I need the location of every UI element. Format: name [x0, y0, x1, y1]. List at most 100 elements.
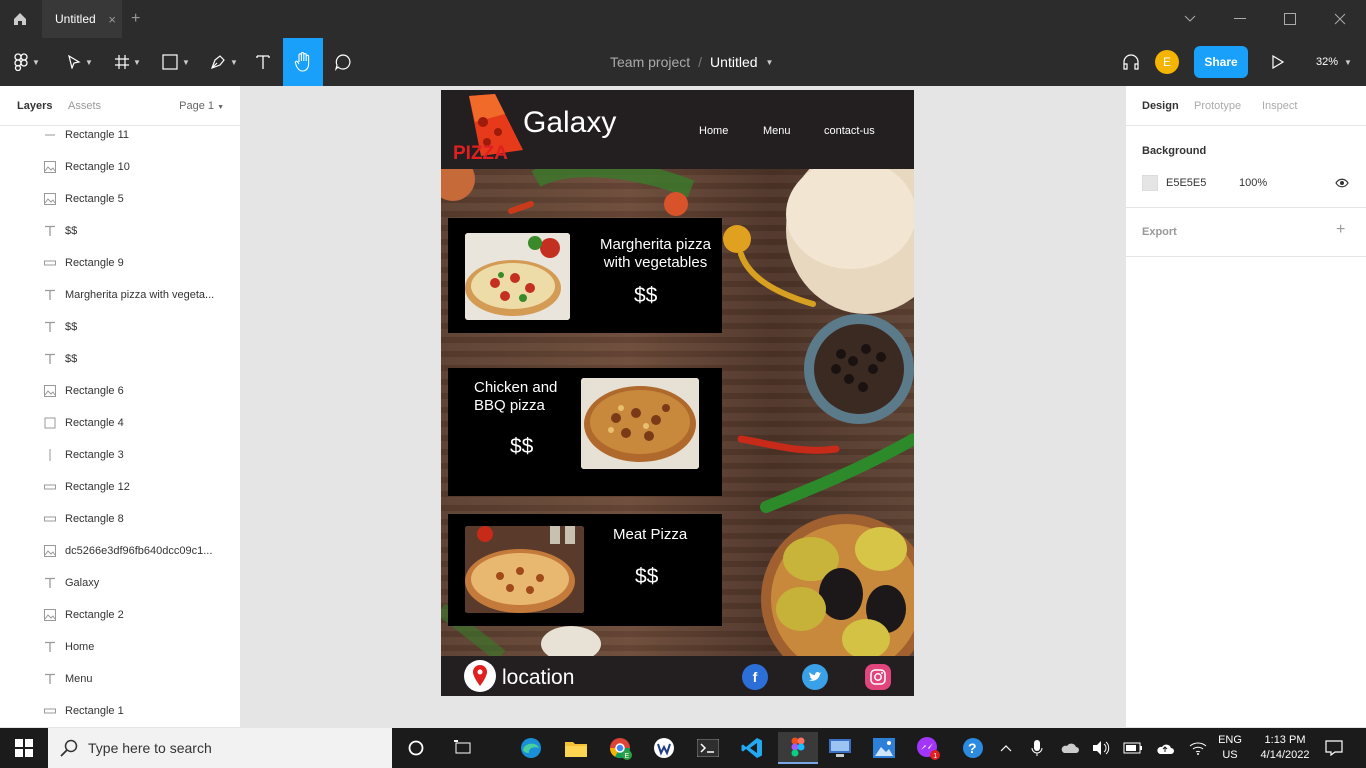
location-pin-icon[interactable]	[464, 660, 496, 692]
layer-label: Rectangle 10	[65, 161, 130, 173]
layer-item[interactable]: Rectangle 11	[0, 119, 240, 151]
zoom-dropdown[interactable]: 32% ▼	[1316, 38, 1352, 86]
edge-browser-icon[interactable]	[515, 732, 547, 764]
minimize-icon[interactable]	[1215, 0, 1265, 38]
facebook-icon[interactable]: f	[742, 664, 768, 690]
chevron-down-icon[interactable]: ▼	[766, 58, 774, 67]
rectangle-tool-icon[interactable]: ▼	[156, 38, 196, 86]
volume-icon[interactable]	[1085, 732, 1117, 764]
layer-label: Rectangle 1	[65, 705, 124, 717]
instagram-icon[interactable]	[865, 664, 891, 690]
add-tab-icon[interactable]: +	[131, 10, 140, 28]
layer-item[interactable]: Rectangle 8	[0, 503, 240, 535]
text-layer-icon	[38, 577, 62, 589]
remote-desktop-icon[interactable]	[824, 732, 856, 764]
file-name[interactable]: Untitled	[710, 54, 757, 70]
language-indicator[interactable]: ENG US	[1213, 733, 1247, 763]
onedrive-cloud-icon[interactable]	[1053, 732, 1085, 764]
layer-item[interactable]: Home	[0, 631, 240, 663]
terminal-icon[interactable]	[692, 732, 724, 764]
nav-contact-us[interactable]: contact-us	[824, 125, 875, 137]
comment-tool-icon[interactable]	[330, 38, 356, 86]
close-tab-icon[interactable]: ×	[108, 12, 116, 27]
background-hex-input[interactable]: E5E5E5	[1166, 177, 1206, 189]
layer-item[interactable]: Rectangle 1	[0, 695, 240, 727]
user-avatar[interactable]: E	[1155, 50, 1179, 74]
chrome-icon[interactable]: E	[604, 732, 636, 764]
search-icon	[60, 739, 78, 757]
canvas[interactable]: PIZZA Galaxy Home Menu contact-us Marghe…	[241, 86, 1125, 727]
maximize-icon[interactable]	[1265, 0, 1315, 38]
taskbar-search[interactable]: Type here to search	[48, 728, 392, 768]
menu-card-margherita[interactable]: Margherita pizza with vegetables $$	[448, 218, 722, 333]
project-name[interactable]: Team project	[610, 54, 690, 70]
location-label[interactable]: location	[502, 666, 574, 690]
vscode-icon[interactable]	[736, 732, 768, 764]
tab-layers[interactable]: Layers	[17, 100, 52, 112]
layer-item[interactable]: Rectangle 9	[0, 247, 240, 279]
layer-item[interactable]: dc5266e3df96fb640dcc09c1...	[0, 535, 240, 567]
menu-card-meat[interactable]: Meat Pizza $$	[448, 514, 722, 626]
layer-item[interactable]: Galaxy	[0, 567, 240, 599]
tab-inspect[interactable]: Inspect	[1262, 100, 1297, 112]
pen-tool-icon[interactable]: ▼	[204, 38, 244, 86]
chevron-up-icon[interactable]	[990, 732, 1022, 764]
layer-item[interactable]: Rectangle 3	[0, 439, 240, 471]
layer-item[interactable]: Rectangle 5	[0, 183, 240, 215]
main-menu-icon[interactable]: ▼	[8, 38, 46, 86]
notifications-icon[interactable]	[1318, 732, 1350, 764]
help-tray-icon[interactable]: ?	[957, 732, 989, 764]
chevron-down-icon[interactable]	[1165, 0, 1215, 38]
file-explorer-icon[interactable]	[560, 732, 592, 764]
layer-label: Rectangle 8	[65, 513, 124, 525]
layer-item[interactable]: Rectangle 2	[0, 599, 240, 631]
windows-start-icon[interactable]	[0, 728, 48, 768]
layer-item[interactable]: Margherita pizza with vegeta...	[0, 279, 240, 311]
nav-home[interactable]: Home	[699, 125, 728, 137]
layer-item[interactable]: $$	[0, 343, 240, 375]
site-header: PIZZA Galaxy Home Menu contact-us	[441, 90, 914, 169]
layer-item[interactable]: $$	[0, 311, 240, 343]
audio-headphones-icon[interactable]	[1118, 38, 1144, 86]
background-opacity-input[interactable]: 100%	[1239, 177, 1267, 189]
app-w-icon[interactable]	[648, 732, 680, 764]
figma-taskbar-icon[interactable]	[778, 732, 818, 764]
photos-icon[interactable]	[868, 732, 900, 764]
layer-item[interactable]: Menu	[0, 663, 240, 695]
layer-item[interactable]: Rectangle 10	[0, 151, 240, 183]
tab-prototype[interactable]: Prototype	[1194, 100, 1241, 112]
microphone-icon[interactable]	[1021, 732, 1053, 764]
card-title: Meat Pizza	[613, 526, 688, 543]
task-view-icon[interactable]	[447, 732, 479, 764]
nav-menu[interactable]: Menu	[763, 125, 791, 137]
battery-icon[interactable]	[1117, 732, 1149, 764]
menu-card-chicken-bbq[interactable]: Chicken and BBQ pizza $$	[448, 368, 722, 496]
frame-tool-icon[interactable]: ▼	[108, 38, 148, 86]
eye-visibility-icon[interactable]	[1335, 178, 1349, 188]
present-play-icon[interactable]	[1265, 38, 1291, 86]
home-icon[interactable]	[0, 0, 40, 38]
page-selector[interactable]: Page 1 ▼	[179, 100, 224, 112]
share-button[interactable]: Share	[1194, 46, 1248, 78]
tab-design[interactable]: Design	[1142, 100, 1179, 112]
messenger-icon[interactable]: 1	[912, 732, 944, 764]
pizza-logo-icon: PIZZA	[453, 94, 523, 164]
hand-tool-icon[interactable]	[283, 38, 323, 86]
close-window-icon[interactable]	[1315, 0, 1365, 38]
twitter-icon[interactable]	[802, 664, 828, 690]
cloud-upload-icon[interactable]	[1149, 732, 1181, 764]
layer-item[interactable]: Rectangle 6	[0, 375, 240, 407]
design-frame[interactable]: PIZZA Galaxy Home Menu contact-us Marghe…	[441, 90, 914, 696]
tab-assets[interactable]: Assets	[68, 100, 101, 112]
wifi-icon[interactable]	[1182, 732, 1214, 764]
file-tab[interactable]: Untitled ×	[42, 0, 122, 38]
background-color-swatch[interactable]	[1142, 175, 1158, 191]
layer-item[interactable]: Rectangle 4	[0, 407, 240, 439]
add-export-icon[interactable]: +	[1336, 221, 1345, 239]
clock[interactable]: 1:13 PM 4/14/2022	[1250, 733, 1320, 763]
move-tool-icon[interactable]: ▼	[60, 38, 100, 86]
text-tool-icon[interactable]	[250, 38, 276, 86]
cortana-icon[interactable]	[400, 732, 432, 764]
layer-item[interactable]: Rectangle 12	[0, 471, 240, 503]
layer-item[interactable]: $$	[0, 215, 240, 247]
